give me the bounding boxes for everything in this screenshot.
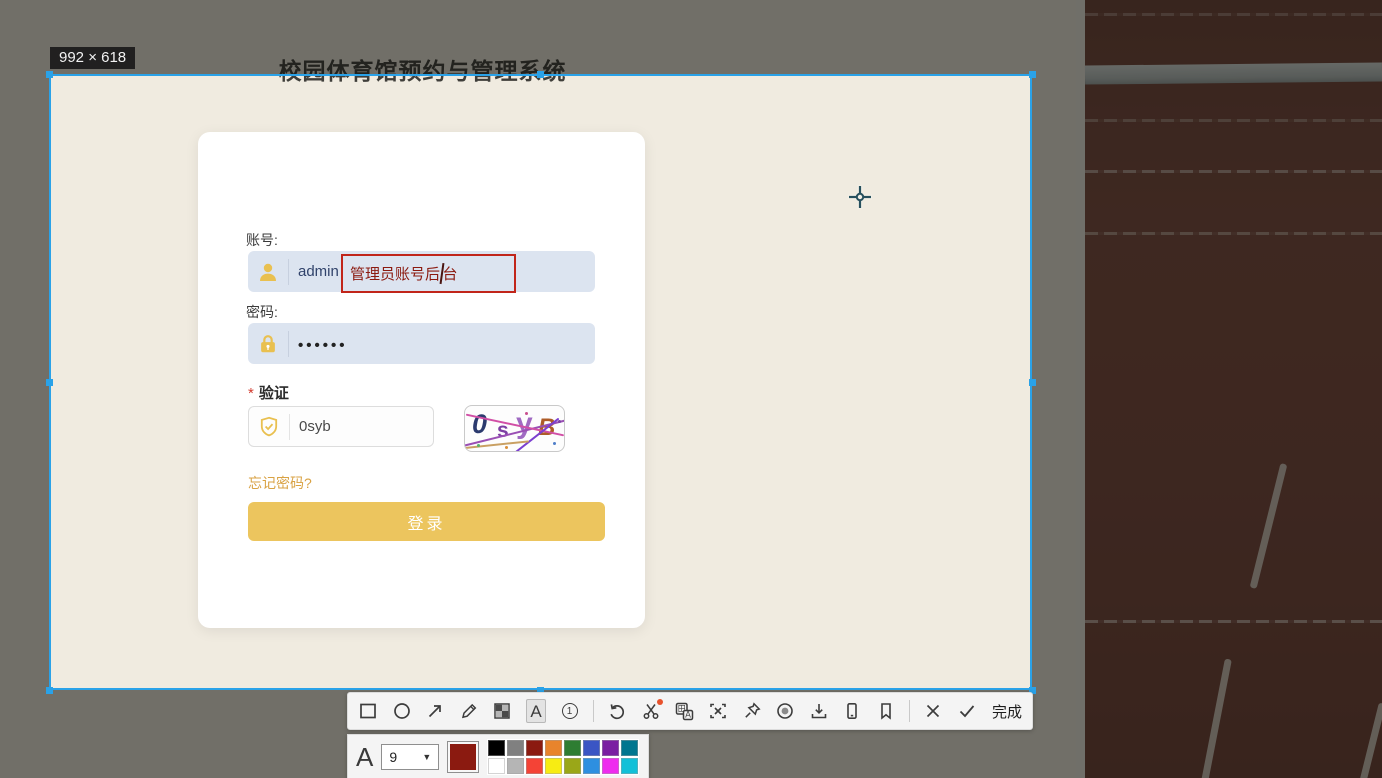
undo-icon[interactable] xyxy=(607,699,628,723)
selection-size-badge: 992 × 618 xyxy=(50,47,136,69)
annotation-toolbar: A 1 田A 完成 xyxy=(347,692,1033,730)
palette-color[interactable] xyxy=(545,758,563,774)
selection-handle-top-right[interactable] xyxy=(1029,71,1036,78)
palette-color[interactable] xyxy=(488,740,506,756)
phone-icon[interactable] xyxy=(842,699,863,723)
selection-handle-top-center[interactable] xyxy=(537,71,544,78)
font-size-value: 9 xyxy=(389,749,398,765)
palette-color[interactable] xyxy=(507,740,525,756)
screenshot-capture-overlay: 校园体育馆预约与管理系统 账号: admin 管理员账号后台 密码: •••••… xyxy=(0,0,1382,778)
done-button[interactable]: 完成 xyxy=(992,701,1022,722)
track-lane-line xyxy=(1085,170,1382,173)
record-icon[interactable] xyxy=(775,699,796,723)
track-dash-mark xyxy=(1357,702,1382,778)
bookmark-icon[interactable] xyxy=(876,699,897,723)
palette-color[interactable] xyxy=(564,758,582,774)
palette-color[interactable] xyxy=(507,758,525,774)
text-tool-icon[interactable]: A xyxy=(525,699,547,723)
track-lane-line xyxy=(1085,119,1382,122)
toolbar-separator xyxy=(909,700,910,722)
palette-color[interactable] xyxy=(583,740,601,756)
notification-dot xyxy=(656,699,663,705)
track-dash-mark xyxy=(1249,463,1288,589)
translate-icon[interactable]: 田A xyxy=(674,699,695,723)
color-palette xyxy=(487,739,640,775)
selection-handle-mid-left[interactable] xyxy=(46,379,53,386)
track-lane-line xyxy=(1085,232,1382,235)
track-lane-line xyxy=(1085,620,1382,623)
running-track-photo xyxy=(1084,0,1382,778)
toolbar-separator xyxy=(592,700,594,722)
selection-handle-bottom-left[interactable] xyxy=(46,687,53,694)
pencil-tool-icon[interactable] xyxy=(459,699,480,723)
palette-color[interactable] xyxy=(488,758,506,774)
font-size-dropdown[interactable]: 9 ▼ xyxy=(381,744,440,770)
palette-color[interactable] xyxy=(621,740,639,756)
track-lane-line xyxy=(1085,13,1382,16)
track-dash-mark xyxy=(1201,658,1232,778)
chevron-down-icon: ▼ xyxy=(422,752,432,762)
mosaic-tool-icon[interactable] xyxy=(492,699,513,723)
ocr-recognize-icon[interactable] xyxy=(708,699,729,723)
palette-color[interactable] xyxy=(602,740,620,756)
selected-color-swatch[interactable] xyxy=(447,741,480,773)
save-download-icon[interactable] xyxy=(808,699,829,723)
number-badge-tool-icon[interactable]: 1 xyxy=(559,699,580,723)
palette-color[interactable] xyxy=(602,758,620,774)
palette-color[interactable] xyxy=(545,740,563,756)
palette-color[interactable] xyxy=(526,758,544,774)
browser-scrollbar[interactable] xyxy=(1076,0,1085,778)
selection-handle-mid-right[interactable] xyxy=(1029,379,1036,386)
svg-text:A: A xyxy=(685,710,691,720)
palette-color[interactable] xyxy=(564,740,582,756)
cancel-icon[interactable] xyxy=(923,699,944,723)
rectangle-tool-icon[interactable] xyxy=(358,699,379,723)
palette-color[interactable] xyxy=(583,758,601,774)
selection-handle-top-left[interactable] xyxy=(46,71,53,78)
arrow-tool-icon[interactable] xyxy=(425,699,446,723)
ellipse-tool-icon[interactable] xyxy=(392,699,413,723)
track-rail xyxy=(1084,62,1382,85)
confirm-check-icon[interactable] xyxy=(957,699,978,723)
crop-scissors-icon[interactable] xyxy=(640,699,663,723)
palette-color[interactable] xyxy=(621,758,639,774)
capture-selection-region[interactable] xyxy=(49,74,1032,690)
pin-icon[interactable] xyxy=(741,699,762,723)
font-symbol: A xyxy=(356,742,374,772)
crosshair-cursor xyxy=(846,183,874,216)
text-style-bar: A 9 ▼ xyxy=(347,734,649,778)
palette-color[interactable] xyxy=(526,740,544,756)
